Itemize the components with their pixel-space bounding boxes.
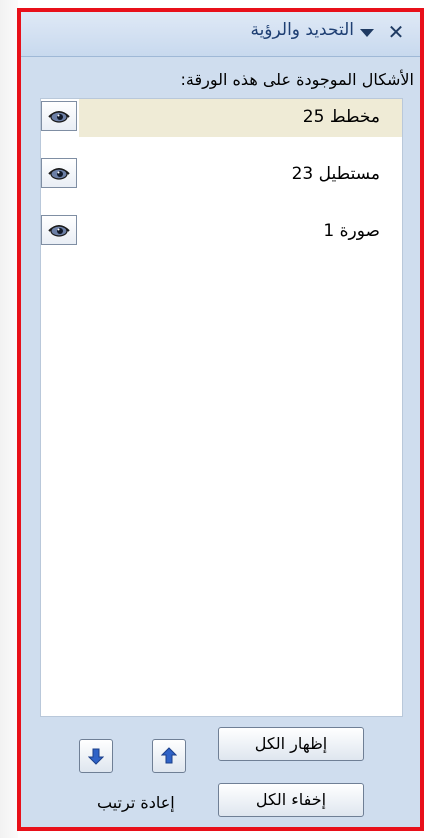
shape-item-label: مستطيل 23 — [291, 164, 380, 184]
shapes-list: مخطط 25 مستطيل 23 صورة 1 — [40, 98, 403, 717]
eye-icon[interactable] — [41, 215, 77, 245]
shapes-on-sheet-label: الأشكال الموجودة على هذه الورقة: — [180, 70, 414, 89]
eye-icon[interactable] — [41, 101, 77, 131]
shape-item-rectangle[interactable]: مستطيل 23 — [41, 156, 402, 194]
show-all-button[interactable]: إظهار الكل — [218, 727, 364, 761]
arrow-down-icon — [88, 748, 104, 765]
close-icon[interactable]: ✕ — [386, 22, 406, 42]
reorder-label: إعادة ترتيب — [97, 793, 175, 812]
move-down-button[interactable] — [79, 739, 113, 773]
triangle-down-icon[interactable] — [358, 25, 376, 41]
background-strip — [0, 0, 18, 838]
pane-titlebar: ✕ التحديد والرؤية — [21, 12, 420, 57]
eye-icon[interactable] — [41, 158, 77, 188]
shape-item-chart[interactable]: مخطط 25 — [41, 99, 402, 137]
arrow-up-icon — [161, 747, 177, 764]
pane-title: التحديد والرؤية — [250, 20, 354, 40]
shape-item-picture[interactable]: صورة 1 — [41, 213, 402, 251]
selection-pane: ✕ التحديد والرؤية الأشكال الموجودة على ه… — [17, 8, 424, 831]
shape-item-label: مخطط 25 — [302, 107, 380, 127]
move-up-button[interactable] — [152, 739, 186, 773]
hide-all-button[interactable]: إخفاء الكل — [218, 783, 364, 817]
shape-item-label: صورة 1 — [323, 221, 380, 241]
